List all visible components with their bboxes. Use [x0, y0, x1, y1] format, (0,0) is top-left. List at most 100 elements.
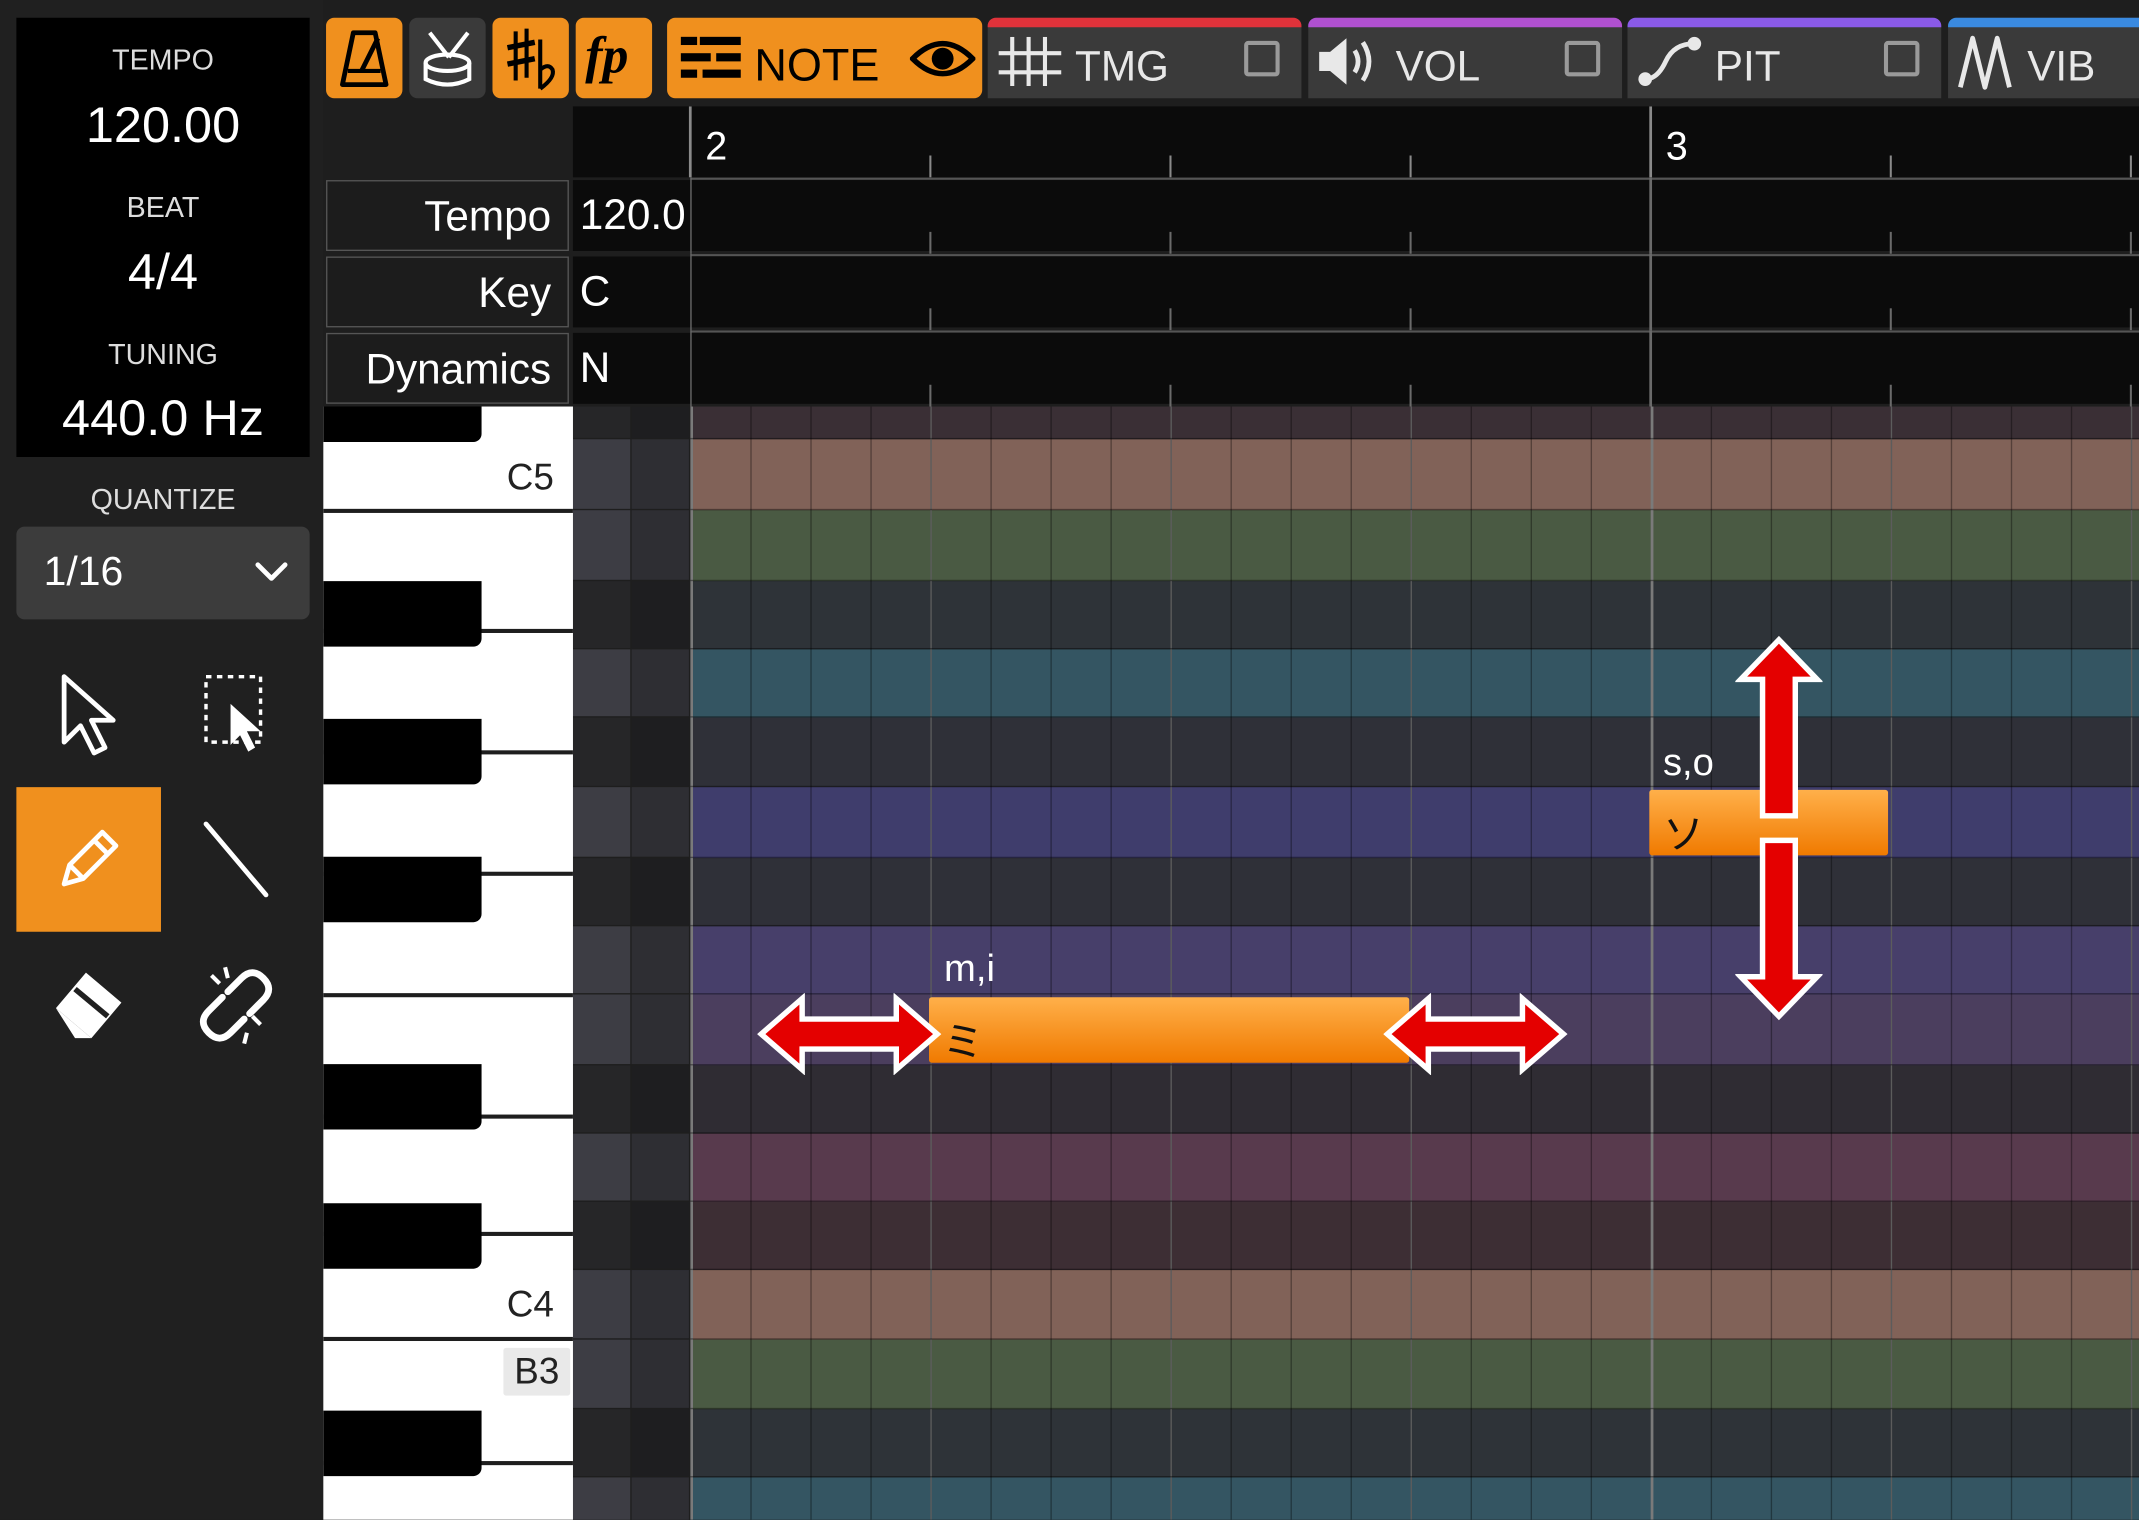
tab-vol-color-bar: [1308, 17, 1623, 28]
note-lane[interactable]: [690, 926, 2139, 995]
gutter-cell: [631, 1409, 689, 1477]
tab-tmg[interactable]: TMG: [987, 17, 1302, 99]
metronome-button[interactable]: [326, 17, 403, 99]
lane-divider: [690, 1338, 2139, 1340]
lane-divider: [690, 437, 2139, 440]
beat-value[interactable]: 4/4: [16, 244, 309, 301]
note-lane[interactable]: [690, 1270, 2139, 1340]
piano-roll-icon: [680, 36, 741, 78]
note-lane[interactable]: [690, 858, 2139, 927]
tab-vib[interactable]: VIB: [1948, 17, 2139, 99]
black-key[interactable]: [323, 406, 482, 443]
note-mi[interactable]: ミ: [929, 997, 1410, 1065]
drum-button[interactable]: [409, 17, 486, 99]
note-lane[interactable]: [690, 439, 2139, 511]
grid-line: [1050, 406, 1052, 1520]
key-label-c4: C4: [506, 1283, 554, 1325]
left-panel: TEMPO 120.00 BEAT 4/4 TUNING 440.0 Hz QU…: [0, 0, 324, 1520]
black-key[interactable]: [323, 718, 482, 785]
tab-vol-checkbox[interactable]: [1564, 40, 1601, 77]
gutter-cell: [631, 1065, 689, 1133]
speaker-icon: [1319, 38, 1372, 85]
gutter-cell: [572, 1065, 631, 1133]
note-lane[interactable]: [690, 1477, 2139, 1520]
drum-icon: [423, 30, 472, 86]
note-lane[interactable]: [690, 581, 2139, 650]
tab-pit[interactable]: PIT: [1627, 17, 1942, 99]
black-key[interactable]: [323, 1064, 482, 1130]
lane-divider: [690, 1132, 2139, 1134]
note-lane[interactable]: [690, 1133, 2139, 1202]
black-key[interactable]: [323, 856, 482, 923]
white-key-divider: [323, 508, 573, 513]
grid-line: [1710, 406, 1713, 1520]
grid-line: [2130, 406, 2133, 1520]
grid-line: [1290, 406, 1292, 1520]
gutter-cell: [631, 1339, 689, 1408]
key-row-value[interactable]: C: [572, 256, 691, 328]
pitch-down-arrow-icon: [1735, 837, 1823, 1021]
tab-vib-color-bar: [1948, 17, 2139, 28]
ruler-ticks: [688, 106, 2132, 178]
gutter-cell: [572, 1201, 631, 1269]
line-tool-button[interactable]: [164, 787, 309, 932]
unlink-tool-button[interactable]: [164, 933, 309, 1078]
lane-divider: [690, 647, 2139, 650]
tab-vol-label: VOL: [1395, 42, 1481, 91]
gutter-cell: [572, 1270, 631, 1339]
gutter-cell: [572, 926, 631, 994]
black-key[interactable]: [323, 1203, 482, 1269]
lane-divider: [690, 924, 2139, 927]
eye-icon[interactable]: [909, 34, 976, 83]
piano-keyboard[interactable]: C5 C4 B3: [323, 406, 573, 1520]
svg-text:fp: fp: [585, 27, 628, 84]
gutter-cell: [572, 1133, 631, 1201]
forte-piano-icon: fp: [585, 27, 628, 84]
lane-gutter: [572, 406, 689, 1520]
black-key[interactable]: [323, 581, 482, 647]
pencil-tool-button[interactable]: [16, 787, 161, 932]
dynamics-row-label: Dynamics: [326, 332, 569, 404]
grid-line: [1110, 406, 1112, 1520]
quantize-select[interactable]: 1/16: [16, 526, 310, 620]
grid-line: [1170, 406, 1172, 1520]
note-lane[interactable]: [690, 787, 2139, 859]
dynamics-button[interactable]: fp: [575, 17, 653, 99]
note-lane[interactable]: [690, 1201, 2139, 1271]
lane-divider: [690, 579, 2139, 582]
gutter-cell: [631, 994, 689, 1065]
gutter-cell: [572, 858, 631, 925]
note-lane[interactable]: [690, 406, 2139, 440]
accidental-button[interactable]: [492, 17, 569, 99]
gutter-cell: [572, 787, 631, 857]
dynamics-row-value[interactable]: N: [572, 332, 691, 404]
note-lane[interactable]: [690, 1339, 2139, 1410]
key-label-b3: B3: [503, 1347, 571, 1396]
resize-left-arrow-icon: [757, 993, 942, 1075]
note-lane[interactable]: [690, 649, 2139, 718]
marquee-select-tool-button[interactable]: [164, 641, 309, 786]
tab-tmg-checkbox[interactable]: [1244, 40, 1280, 77]
tempo-value[interactable]: 120.00: [16, 97, 309, 154]
white-key-divider: [323, 1336, 573, 1342]
note-lane[interactable]: [690, 1065, 2139, 1134]
tab-pit-checkbox[interactable]: [1883, 40, 1920, 77]
select-tool-button[interactable]: [16, 641, 161, 786]
tab-note-label: NOTE: [754, 39, 880, 91]
gutter-cell: [572, 994, 631, 1065]
note-lane[interactable]: [690, 510, 2139, 582]
note-lane[interactable]: [690, 1409, 2139, 1478]
black-key[interactable]: [323, 1410, 482, 1477]
tab-vol[interactable]: VOL: [1308, 17, 1623, 99]
tempo-row-value[interactable]: 120.0: [572, 180, 691, 252]
measure-ruler[interactable]: 2 3: [572, 106, 2139, 178]
tuning-value[interactable]: 440.0 Hz: [16, 390, 309, 447]
marquee-select-icon: [204, 674, 263, 752]
note-lane[interactable]: [690, 717, 2139, 788]
gutter-cell: [572, 581, 631, 648]
grid-line: [1590, 406, 1593, 1520]
piano-roll-grid[interactable]: [690, 406, 2139, 1520]
eraser-tool-button[interactable]: [16, 933, 161, 1078]
grid-line: [2010, 406, 2013, 1520]
tab-note[interactable]: NOTE: [667, 17, 983, 99]
